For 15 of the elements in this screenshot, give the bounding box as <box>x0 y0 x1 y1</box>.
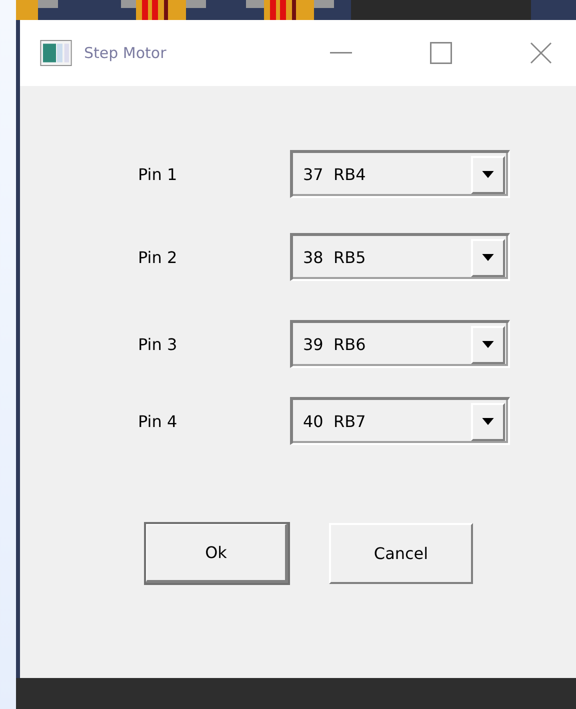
pin-dropdown[interactable]: 38 RB5 <box>290 233 510 281</box>
pin-label: Pin 3 <box>138 334 178 354</box>
window-title: Step Motor <box>84 44 166 62</box>
pin-dropdown[interactable]: 40 RB7 <box>290 397 510 445</box>
pin-label: Pin 1 <box>138 164 178 184</box>
minimize-icon[interactable] <box>330 52 352 54</box>
pin-dropdown[interactable]: 39 RB6 <box>290 320 510 368</box>
dialog-button[interactable]: Cancel <box>329 523 473 584</box>
window-app-icon <box>40 40 72 66</box>
close-icon[interactable] <box>530 42 552 64</box>
dialog-button[interactable]: Ok <box>145 523 289 584</box>
pin-label: Pin 4 <box>138 412 178 430</box>
pin-dropdown[interactable]: 37 RB4 <box>290 150 510 198</box>
pin-label: Pin 2 <box>138 248 178 266</box>
maximize-icon[interactable] <box>430 42 452 64</box>
